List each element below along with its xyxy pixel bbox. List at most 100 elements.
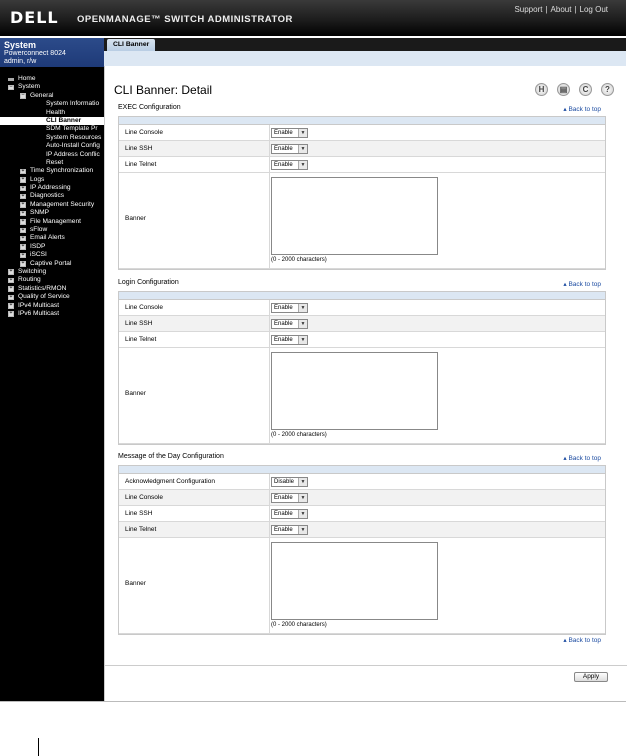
sidebar-item[interactable]: + Management Security bbox=[0, 201, 104, 209]
mode-select[interactable]: Enable ▼ bbox=[271, 319, 308, 329]
sidebar-item[interactable]: + Quality of Service bbox=[0, 293, 104, 301]
back-to-top-link[interactable]: ▴ Back to top bbox=[563, 105, 601, 113]
sidebar-item[interactable]: + SNMP bbox=[0, 209, 104, 217]
chevron-down-icon[interactable]: ▼ bbox=[298, 145, 307, 153]
apply-button[interactable]: Apply bbox=[574, 672, 608, 682]
mode-select[interactable]: Enable ▼ bbox=[271, 128, 308, 138]
mode-select[interactable]: Enable ▼ bbox=[271, 525, 308, 535]
sidebar-item[interactable]: System Informatio bbox=[0, 100, 104, 108]
sidebar-item[interactable]: + IPv4 Multicast bbox=[0, 302, 104, 310]
save-icon[interactable]: H bbox=[535, 83, 548, 96]
sidebar-item[interactable]: + Logs bbox=[0, 176, 104, 184]
help-icon[interactable]: ? bbox=[601, 83, 614, 96]
sidebar-item[interactable]: SDM Template Pr bbox=[0, 125, 104, 133]
back-to-top-link[interactable]: ▴ Back to top bbox=[563, 454, 601, 462]
about-link[interactable]: About bbox=[551, 5, 572, 14]
sidebar-item[interactable]: + File Management bbox=[0, 218, 104, 226]
expand-icon[interactable]: + bbox=[20, 185, 26, 192]
expand-icon[interactable]: + bbox=[20, 261, 26, 267]
corner-mark bbox=[38, 738, 39, 756]
sidebar-item-label: Switching bbox=[18, 267, 47, 275]
chevron-down-icon[interactable]: ▼ bbox=[298, 526, 307, 534]
expand-icon[interactable]: + bbox=[20, 169, 26, 175]
sidebar-item[interactable]: + Switching bbox=[0, 268, 104, 276]
print-icon[interactable]: ▤ bbox=[557, 83, 570, 96]
expand-icon[interactable]: + bbox=[8, 269, 14, 275]
select-value: Enable bbox=[274, 146, 293, 152]
sidebar-item-label: Home bbox=[18, 75, 36, 82]
sidebar-item[interactable]: Auto-Install Config bbox=[0, 142, 104, 150]
sidebar-item[interactable]: + ISDP bbox=[0, 243, 104, 251]
expand-icon[interactable]: + bbox=[8, 311, 14, 317]
sidebar-item[interactable]: + IPv6 Multicast bbox=[0, 310, 104, 318]
collapse-icon[interactable]: – bbox=[20, 93, 26, 99]
sidebar-item[interactable]: + Time Synchronization bbox=[0, 167, 104, 175]
tab-cli-banner[interactable]: CLI Banner bbox=[107, 39, 156, 51]
sidebar-item[interactable]: Home bbox=[0, 75, 104, 83]
expand-icon[interactable]: + bbox=[20, 202, 26, 208]
chevron-down-icon[interactable]: ▼ bbox=[298, 494, 307, 502]
field-label: Line Console bbox=[125, 494, 163, 501]
mode-select[interactable]: Enable ▼ bbox=[271, 493, 308, 503]
banner-textarea[interactable] bbox=[271, 542, 438, 620]
support-link[interactable]: Support bbox=[514, 5, 542, 14]
chevron-down-icon[interactable]: ▼ bbox=[298, 478, 307, 486]
expand-icon[interactable]: + bbox=[20, 210, 26, 217]
sidebar-item[interactable]: + Email Alerts bbox=[0, 234, 104, 242]
sidebar-item[interactable]: + IP Addressing bbox=[0, 184, 104, 192]
sidebar-item[interactable]: – General bbox=[0, 92, 104, 100]
banner-textarea[interactable] bbox=[271, 177, 438, 255]
sidebar-item-label: sFlow bbox=[30, 226, 48, 234]
field-label: Line SSH bbox=[125, 320, 153, 327]
form-row: Line Console Enable ▼ bbox=[119, 490, 605, 506]
expand-icon[interactable]: + bbox=[20, 194, 26, 200]
expand-icon[interactable]: + bbox=[8, 278, 14, 284]
chevron-down-icon[interactable]: ▼ bbox=[298, 129, 307, 137]
chevron-down-icon[interactable]: ▼ bbox=[298, 304, 307, 312]
logout-link[interactable]: Log Out bbox=[580, 5, 608, 14]
expand-icon[interactable]: + bbox=[20, 227, 26, 234]
sidebar-item[interactable]: System Resources bbox=[0, 134, 104, 142]
sidebar-item[interactable]: + Captive Portal bbox=[0, 260, 104, 268]
form-row: Line SSH Enable ▼ bbox=[119, 141, 605, 157]
banner-label: Banner bbox=[125, 580, 146, 587]
sidebar-item[interactable]: Health bbox=[0, 109, 104, 117]
mode-select[interactable]: Enable ▼ bbox=[271, 160, 308, 170]
expand-icon[interactable]: + bbox=[20, 236, 26, 242]
expand-icon[interactable]: + bbox=[8, 303, 14, 309]
chevron-down-icon[interactable]: ▼ bbox=[298, 336, 307, 344]
sidebar-item[interactable]: + Routing bbox=[0, 276, 104, 284]
banner-textarea[interactable] bbox=[271, 352, 438, 430]
sidebar-item[interactable]: + Diagnostics bbox=[0, 192, 104, 200]
refresh-icon[interactable]: C bbox=[579, 83, 592, 96]
sidebar-item[interactable]: CLI Banner bbox=[0, 116, 104, 126]
sidebar-item[interactable]: Reset bbox=[0, 159, 104, 167]
expand-icon[interactable]: + bbox=[20, 177, 26, 183]
expand-icon[interactable]: + bbox=[20, 252, 26, 259]
chevron-down-icon[interactable]: ▼ bbox=[298, 510, 307, 518]
sidebar-item[interactable]: IP Address Conflic bbox=[0, 151, 104, 159]
sidebar-item[interactable]: + sFlow bbox=[0, 226, 104, 234]
chevron-down-icon[interactable]: ▼ bbox=[298, 161, 307, 169]
sub-header-bar bbox=[104, 51, 626, 66]
system-box[interactable]: System Powerconnect 8024 admin, r/w bbox=[0, 38, 104, 67]
back-to-top-link[interactable]: ▴ Back to top bbox=[563, 280, 601, 288]
mode-select[interactable]: Enable ▼ bbox=[271, 335, 308, 345]
sidebar-item[interactable]: + iSCSI bbox=[0, 251, 104, 259]
expand-icon[interactable]: + bbox=[20, 219, 26, 225]
expand-icon[interactable]: + bbox=[20, 244, 26, 250]
section-header-bar bbox=[119, 292, 605, 300]
mode-select[interactable]: Enable ▼ bbox=[271, 509, 308, 519]
sidebar-item[interactable]: + Statistics/RMON bbox=[0, 285, 104, 293]
mode-select[interactable]: Enable ▼ bbox=[271, 144, 308, 154]
mode-select[interactable]: Disable ▼ bbox=[271, 477, 308, 487]
back-to-top-link[interactable]: ▴ Back to top bbox=[563, 636, 601, 644]
expand-icon[interactable]: + bbox=[8, 286, 14, 292]
expand-icon[interactable]: + bbox=[8, 294, 14, 301]
section-title-motd: Message of the Day Configuration bbox=[118, 453, 224, 460]
field-label: Line SSH bbox=[125, 510, 153, 517]
chevron-down-icon[interactable]: ▼ bbox=[298, 320, 307, 328]
sidebar-item[interactable]: – System bbox=[0, 83, 104, 91]
collapse-icon[interactable]: – bbox=[8, 85, 14, 91]
mode-select[interactable]: Enable ▼ bbox=[271, 303, 308, 313]
